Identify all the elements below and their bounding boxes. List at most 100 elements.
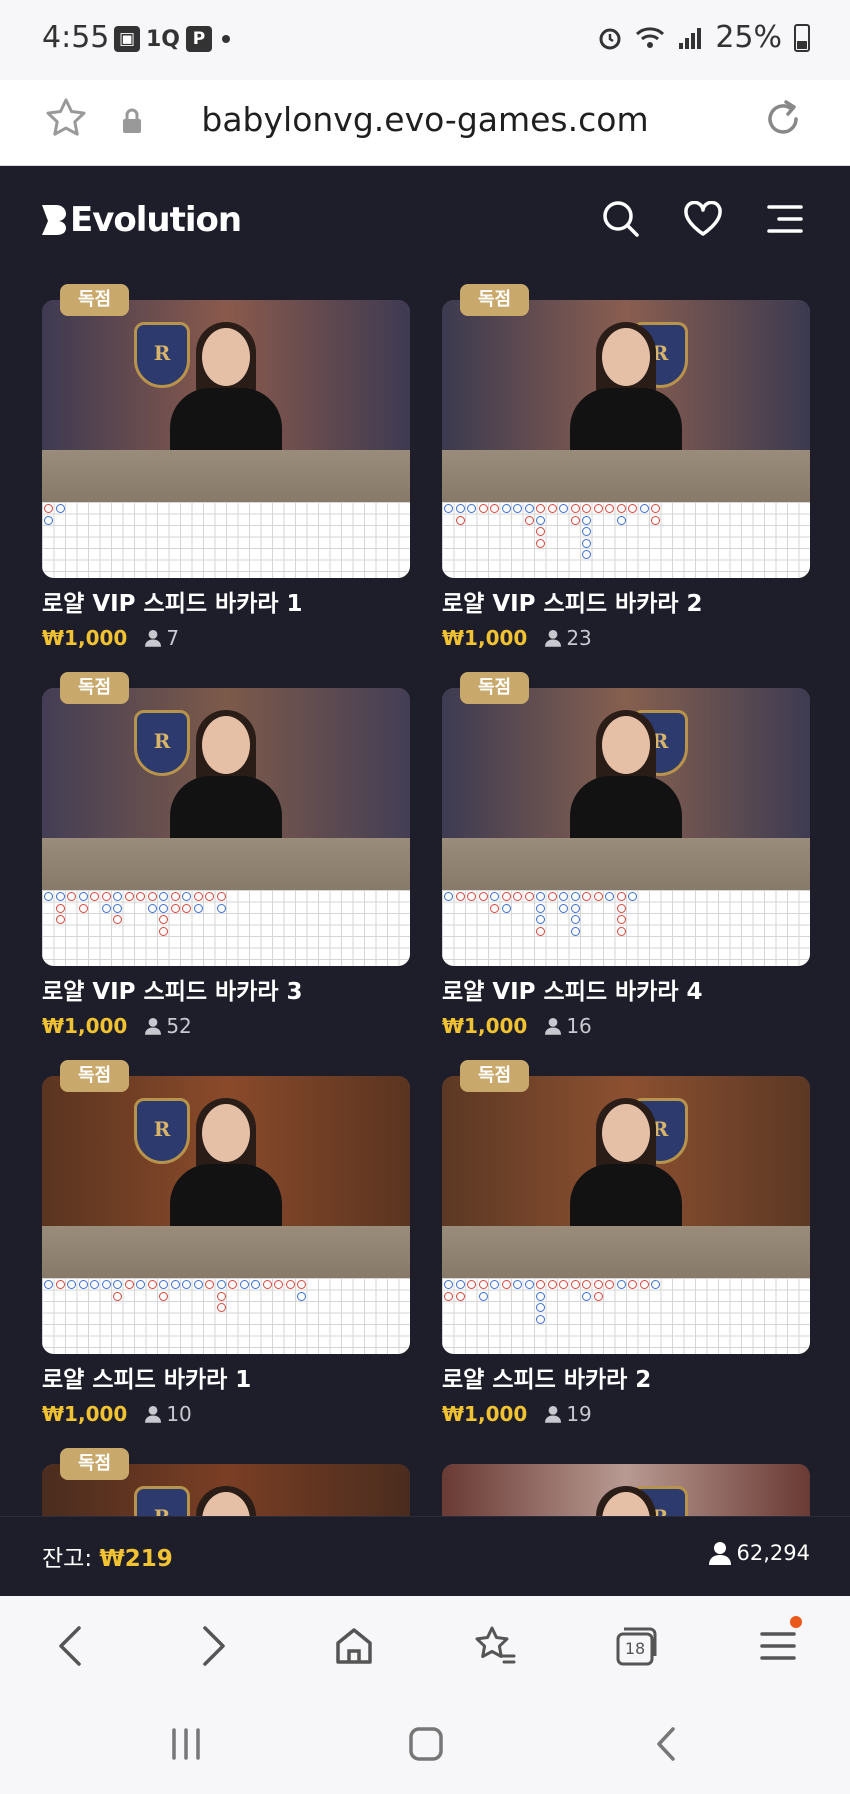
table-card[interactable]: 독점로얄 스피드 바카라 2 ₩1,000 19 <box>442 1060 810 1446</box>
result-bead <box>44 1280 53 1289</box>
result-bead <box>536 1314 545 1324</box>
user-icon <box>145 630 162 647</box>
live-dealer-video <box>442 1076 810 1278</box>
back-chevron-icon <box>657 1727 675 1761</box>
home-icon <box>336 1628 372 1664</box>
address-bar: babylonvg.evo-games.com <box>0 80 850 166</box>
balance-label: 잔고: <box>42 1546 93 1572</box>
recents-button[interactable] <box>166 1724 206 1764</box>
exclusive-badge: 독점 <box>60 1448 130 1480</box>
result-bead <box>490 892 499 901</box>
tabs-button[interactable]: 18 <box>612 1622 660 1670</box>
exclusive-badge: 독점 <box>60 672 130 704</box>
table-title[interactable]: 로얄 VIP 스피드 바카라 2 <box>442 584 703 618</box>
result-bead <box>570 515 580 525</box>
result-bead <box>444 892 453 901</box>
result-bead <box>159 892 168 901</box>
result-bead <box>593 892 603 901</box>
table-card[interactable]: 독점로얄 스피드 바카라 1 ₩1,000 10 <box>42 1060 410 1446</box>
result-bead <box>536 915 545 924</box>
result-bead <box>478 1280 488 1289</box>
user-icon <box>545 1018 562 1035</box>
result-bead <box>513 892 522 901</box>
result-bead <box>44 892 53 901</box>
table-card[interactable]: 독점로얄 VIP 스피드 바카라 1 ₩1,000 7 <box>42 284 410 670</box>
player-count: 52 <box>145 1014 192 1038</box>
result-bead <box>524 504 534 513</box>
result-bead <box>216 1303 226 1312</box>
search-button[interactable] <box>598 196 644 242</box>
player-count-value: 10 <box>166 1402 192 1426</box>
star-list-icon <box>475 1626 516 1664</box>
result-bead <box>593 504 603 513</box>
system-back-button[interactable] <box>646 1724 686 1764</box>
result-bead <box>559 1280 568 1289</box>
forward-button[interactable] <box>190 1622 238 1670</box>
live-dealer-video <box>42 1076 410 1278</box>
system-home-button[interactable] <box>406 1724 446 1764</box>
min-bet: ₩1,000 <box>442 626 528 650</box>
result-bead <box>616 504 626 513</box>
result-bead <box>274 1280 283 1289</box>
result-bead <box>605 1280 614 1289</box>
table-thumbnail[interactable] <box>442 688 810 966</box>
result-bead <box>136 892 145 901</box>
table-title[interactable]: 로얄 VIP 스피드 바카라 3 <box>42 972 303 1006</box>
table-card[interactable]: 독점로얄 VIP 스피드 바카라 4 ₩1,000 16 <box>442 672 810 1058</box>
bookmarks-button[interactable] <box>472 1622 520 1670</box>
table-meta: ₩1,000 19 <box>442 1402 592 1426</box>
table-thumbnail[interactable] <box>42 1076 410 1354</box>
table-meta: ₩1,000 7 <box>42 626 179 650</box>
result-bead <box>501 504 511 513</box>
table-thumbnail[interactable] <box>42 688 410 966</box>
result-bead <box>582 504 591 513</box>
browser-menu-button[interactable] <box>754 1616 802 1670</box>
result-bead <box>455 1280 465 1289</box>
table-thumbnail[interactable] <box>442 300 810 578</box>
table-title[interactable]: 로얄 VIP 스피드 바카라 1 <box>42 584 303 618</box>
result-bead <box>124 1280 134 1289</box>
system-nav-bar <box>0 1694 850 1794</box>
back-button[interactable] <box>46 1622 94 1670</box>
result-bead <box>55 903 65 913</box>
balance-value: ₩219 <box>99 1546 173 1572</box>
result-bead <box>628 892 637 901</box>
table-thumbnail[interactable] <box>442 1076 810 1354</box>
app-1q-icon: 1Q <box>146 26 181 52</box>
result-bead <box>239 1280 249 1289</box>
table-thumbnail[interactable] <box>42 300 410 578</box>
result-bead <box>205 1280 214 1289</box>
app-header: Evolution <box>0 166 850 276</box>
favorites-button[interactable] <box>680 196 726 242</box>
status-time: 4:55 <box>42 20 110 55</box>
min-bet: ₩1,000 <box>442 1014 528 1038</box>
min-bet: ₩1,000 <box>42 1014 128 1038</box>
result-bead <box>216 892 226 901</box>
gallery-icon: ▣ <box>114 26 140 52</box>
player-count-value: 52 <box>166 1014 192 1038</box>
baccarat-table <box>42 1226 410 1278</box>
home-button[interactable] <box>330 1622 378 1670</box>
result-bead <box>536 926 545 936</box>
url-text[interactable]: babylonvg.evo-games.com <box>0 100 850 139</box>
player-count-value: 19 <box>566 1402 592 1426</box>
result-bead <box>55 504 65 513</box>
evolution-logo[interactable]: Evolution <box>40 200 242 240</box>
table-title[interactable]: 로얄 VIP 스피드 바카라 4 <box>442 972 703 1006</box>
result-bead <box>113 1291 122 1301</box>
reload-icon[interactable] <box>760 96 806 142</box>
table-title[interactable]: 로얄 스피드 바카라 2 <box>442 1360 651 1394</box>
table-title[interactable]: 로얄 스피드 바카라 1 <box>42 1360 251 1394</box>
result-bead <box>113 903 122 913</box>
result-bead <box>536 1303 545 1312</box>
table-card[interactable]: 독점로얄 VIP 스피드 바카라 2 ₩1,000 23 <box>442 284 810 670</box>
hamburger-menu-icon <box>767 205 803 233</box>
result-bead <box>570 1280 580 1289</box>
result-bead <box>113 915 122 924</box>
menu-button[interactable] <box>762 196 808 242</box>
result-bead <box>513 504 522 513</box>
table-card[interactable]: 독점로얄 VIP 스피드 바카라 3 ₩1,000 52 <box>42 672 410 1058</box>
result-bead <box>616 515 626 525</box>
tab-count: 18 <box>624 1639 646 1658</box>
result-bead <box>193 903 203 913</box>
